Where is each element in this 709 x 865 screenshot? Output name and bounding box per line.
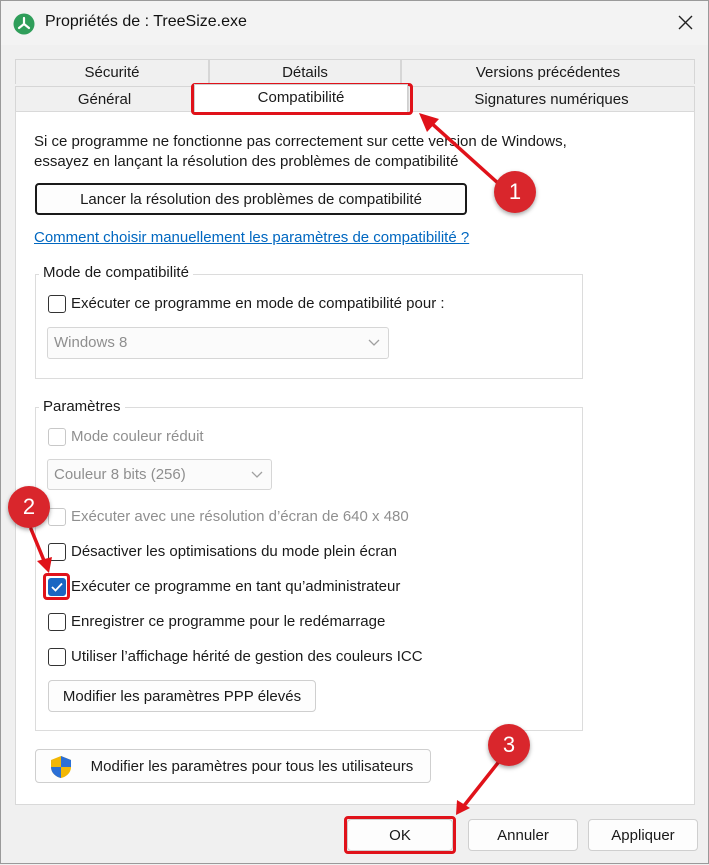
settings-legend: Paramètres <box>39 398 125 415</box>
step-badge-1: 1 <box>494 171 536 213</box>
tab-signatures-numeriques[interactable]: Signatures numériques <box>408 86 695 111</box>
step-badge-2: 2 <box>8 486 50 528</box>
legacy-icc-label: Utiliser l’affichage hérité de gestion d… <box>71 648 423 665</box>
compat-help-link[interactable]: Comment choisir manuellement les paramèt… <box>34 229 469 246</box>
cancel-button[interactable]: Annuler <box>468 819 578 851</box>
register-restart-label: Enregistrer ce programme pour le redémar… <box>71 613 386 630</box>
close-button[interactable] <box>662 1 708 45</box>
register-restart-checkbox[interactable] <box>48 613 66 631</box>
compat-mode-label: Exécuter ce programme en mode de compati… <box>71 295 445 312</box>
step-badge-3: 3 <box>488 724 530 766</box>
disable-fullscreen-checkbox[interactable] <box>48 543 66 561</box>
ok-button[interactable]: OK <box>347 819 453 851</box>
os-version-select[interactable]: Windows 8 <box>47 327 389 359</box>
resolution-640-checkbox[interactable] <box>48 508 66 526</box>
high-dpi-settings-button[interactable]: Modifier les paramètres PPP élevés <box>48 680 316 712</box>
os-version-value: Windows 8 <box>54 334 128 351</box>
compat-mode-checkbox[interactable] <box>48 295 66 313</box>
close-icon <box>678 15 693 30</box>
compat-mode-legend: Mode de compatibilité <box>39 264 193 281</box>
intro-line-1: Si ce programme ne fonctionne pas correc… <box>34 133 567 150</box>
chevron-down-icon <box>368 339 380 346</box>
legacy-icc-checkbox[interactable] <box>48 648 66 666</box>
checkmark-icon <box>51 582 63 592</box>
uac-shield-icon <box>51 756 71 778</box>
all-users-settings-button[interactable]: Modifier les paramètres pour tous les ut… <box>35 749 431 783</box>
apply-button[interactable]: Appliquer <box>588 819 698 851</box>
chevron-down-icon <box>251 471 263 478</box>
color-depth-value: Couleur 8 bits (256) <box>54 466 186 483</box>
troubleshoot-button[interactable]: Lancer la résolution des problèmes de co… <box>35 183 467 215</box>
run-as-admin-checkbox[interactable] <box>48 578 66 596</box>
all-users-settings-label: Modifier les paramètres pour tous les ut… <box>90 757 414 775</box>
properties-dialog: Propriétés de : TreeSize.exe Sécurité Dé… <box>0 0 709 864</box>
tab-general[interactable]: Général <box>15 86 194 111</box>
run-as-admin-label: Exécuter ce programme en tant qu’adminis… <box>71 578 401 595</box>
resolution-640-label: Exécuter avec une résolution d’écran de … <box>71 508 409 525</box>
reduced-color-checkbox[interactable] <box>48 428 66 446</box>
treesize-app-icon <box>13 13 35 35</box>
title-bar: Propriétés de : TreeSize.exe <box>1 1 708 45</box>
disable-fullscreen-label: Désactiver les optimisations du mode ple… <box>71 543 397 560</box>
intro-line-2: essayez en lançant la résolution des pro… <box>34 153 459 170</box>
tab-details[interactable]: Détails <box>209 59 401 84</box>
color-depth-select[interactable]: Couleur 8 bits (256) <box>47 459 272 490</box>
tab-securite[interactable]: Sécurité <box>15 59 209 84</box>
tab-compatibilite[interactable]: Compatibilité <box>194 84 408 112</box>
tab-versions-precedentes[interactable]: Versions précédentes <box>401 59 695 84</box>
window-title: Propriétés de : TreeSize.exe <box>45 13 247 30</box>
reduced-color-label: Mode couleur réduit <box>71 428 204 445</box>
